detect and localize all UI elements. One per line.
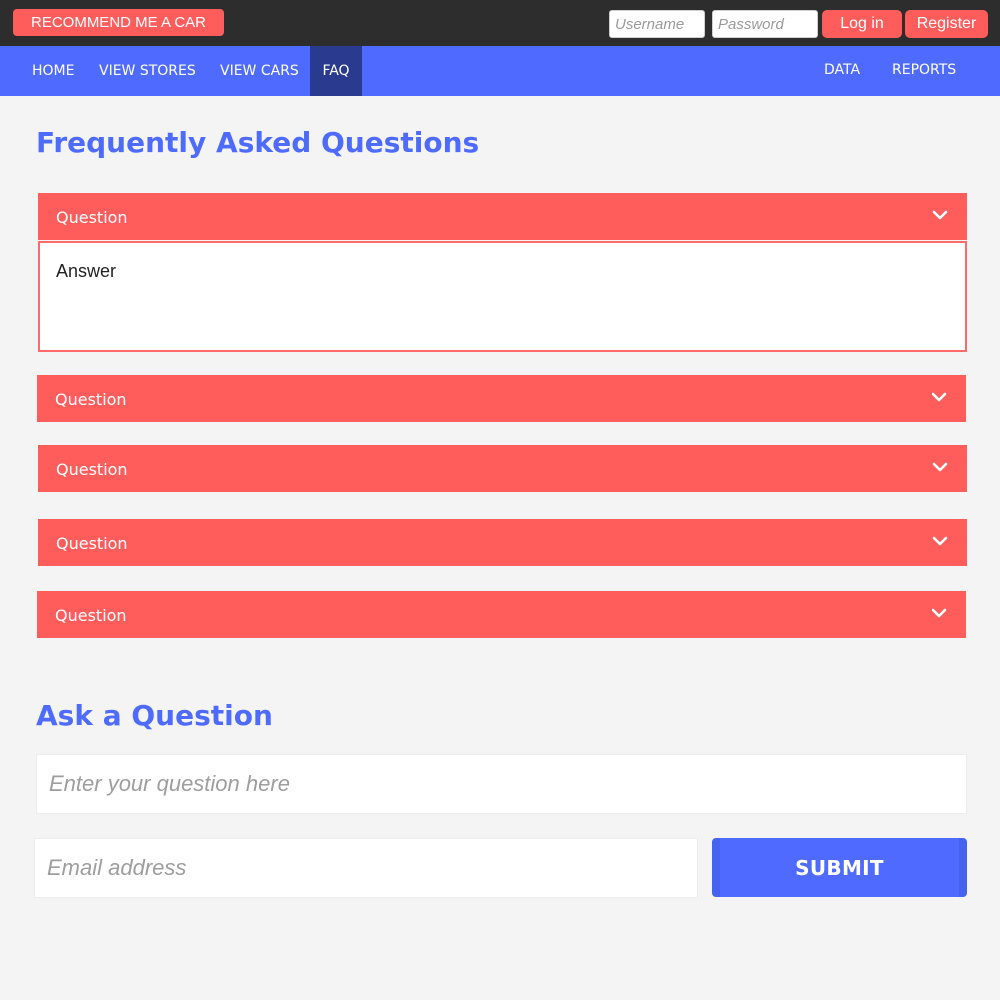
chevron-down-icon: [932, 210, 948, 220]
faq-answer-1: Answer: [38, 241, 967, 352]
question-input[interactable]: [36, 754, 967, 814]
username-input[interactable]: [609, 10, 705, 38]
nav-data[interactable]: DATA: [824, 46, 860, 96]
chevron-down-icon: [932, 536, 948, 546]
faq-question-label: Question: [56, 460, 128, 479]
recommend-car-button[interactable]: RECOMMEND ME A CAR: [13, 9, 224, 36]
faq-question-5[interactable]: Question: [37, 591, 966, 638]
register-button[interactable]: Register: [905, 10, 988, 38]
chevron-down-icon: [932, 462, 948, 472]
email-field[interactable]: [34, 838, 698, 898]
faq-question-1[interactable]: Question: [38, 193, 967, 240]
faq-question-label: Question: [56, 534, 128, 553]
nav-view-cars[interactable]: VIEW CARS: [220, 46, 299, 96]
faq-question-4[interactable]: Question: [38, 519, 967, 566]
chevron-down-icon: [931, 392, 947, 402]
nav-reports[interactable]: REPORTS: [892, 46, 956, 96]
faq-question-3[interactable]: Question: [38, 445, 967, 492]
ask-question-title: Ask a Question: [36, 699, 273, 732]
faq-question-label: Question: [56, 208, 128, 227]
faq-question-label: Question: [55, 606, 127, 625]
login-button[interactable]: Log in: [822, 10, 902, 38]
chevron-down-icon: [931, 608, 947, 618]
faq-answer-label: Answer: [56, 261, 117, 281]
nav-home[interactable]: HOME: [32, 46, 74, 96]
faq-question-label: Question: [55, 390, 127, 409]
top-bar: RECOMMEND ME A CAR Log in Register: [0, 0, 1000, 46]
faq-question-2[interactable]: Question: [37, 375, 966, 422]
nav-view-stores[interactable]: VIEW STORES: [99, 46, 196, 96]
main-nav: HOME VIEW STORES VIEW CARS FAQ DATA REPO…: [0, 46, 1000, 96]
faq-title: Frequently Asked Questions: [36, 126, 480, 159]
nav-faq[interactable]: FAQ: [310, 46, 362, 96]
submit-button[interactable]: SUBMIT: [712, 838, 967, 897]
password-input[interactable]: [712, 10, 818, 38]
